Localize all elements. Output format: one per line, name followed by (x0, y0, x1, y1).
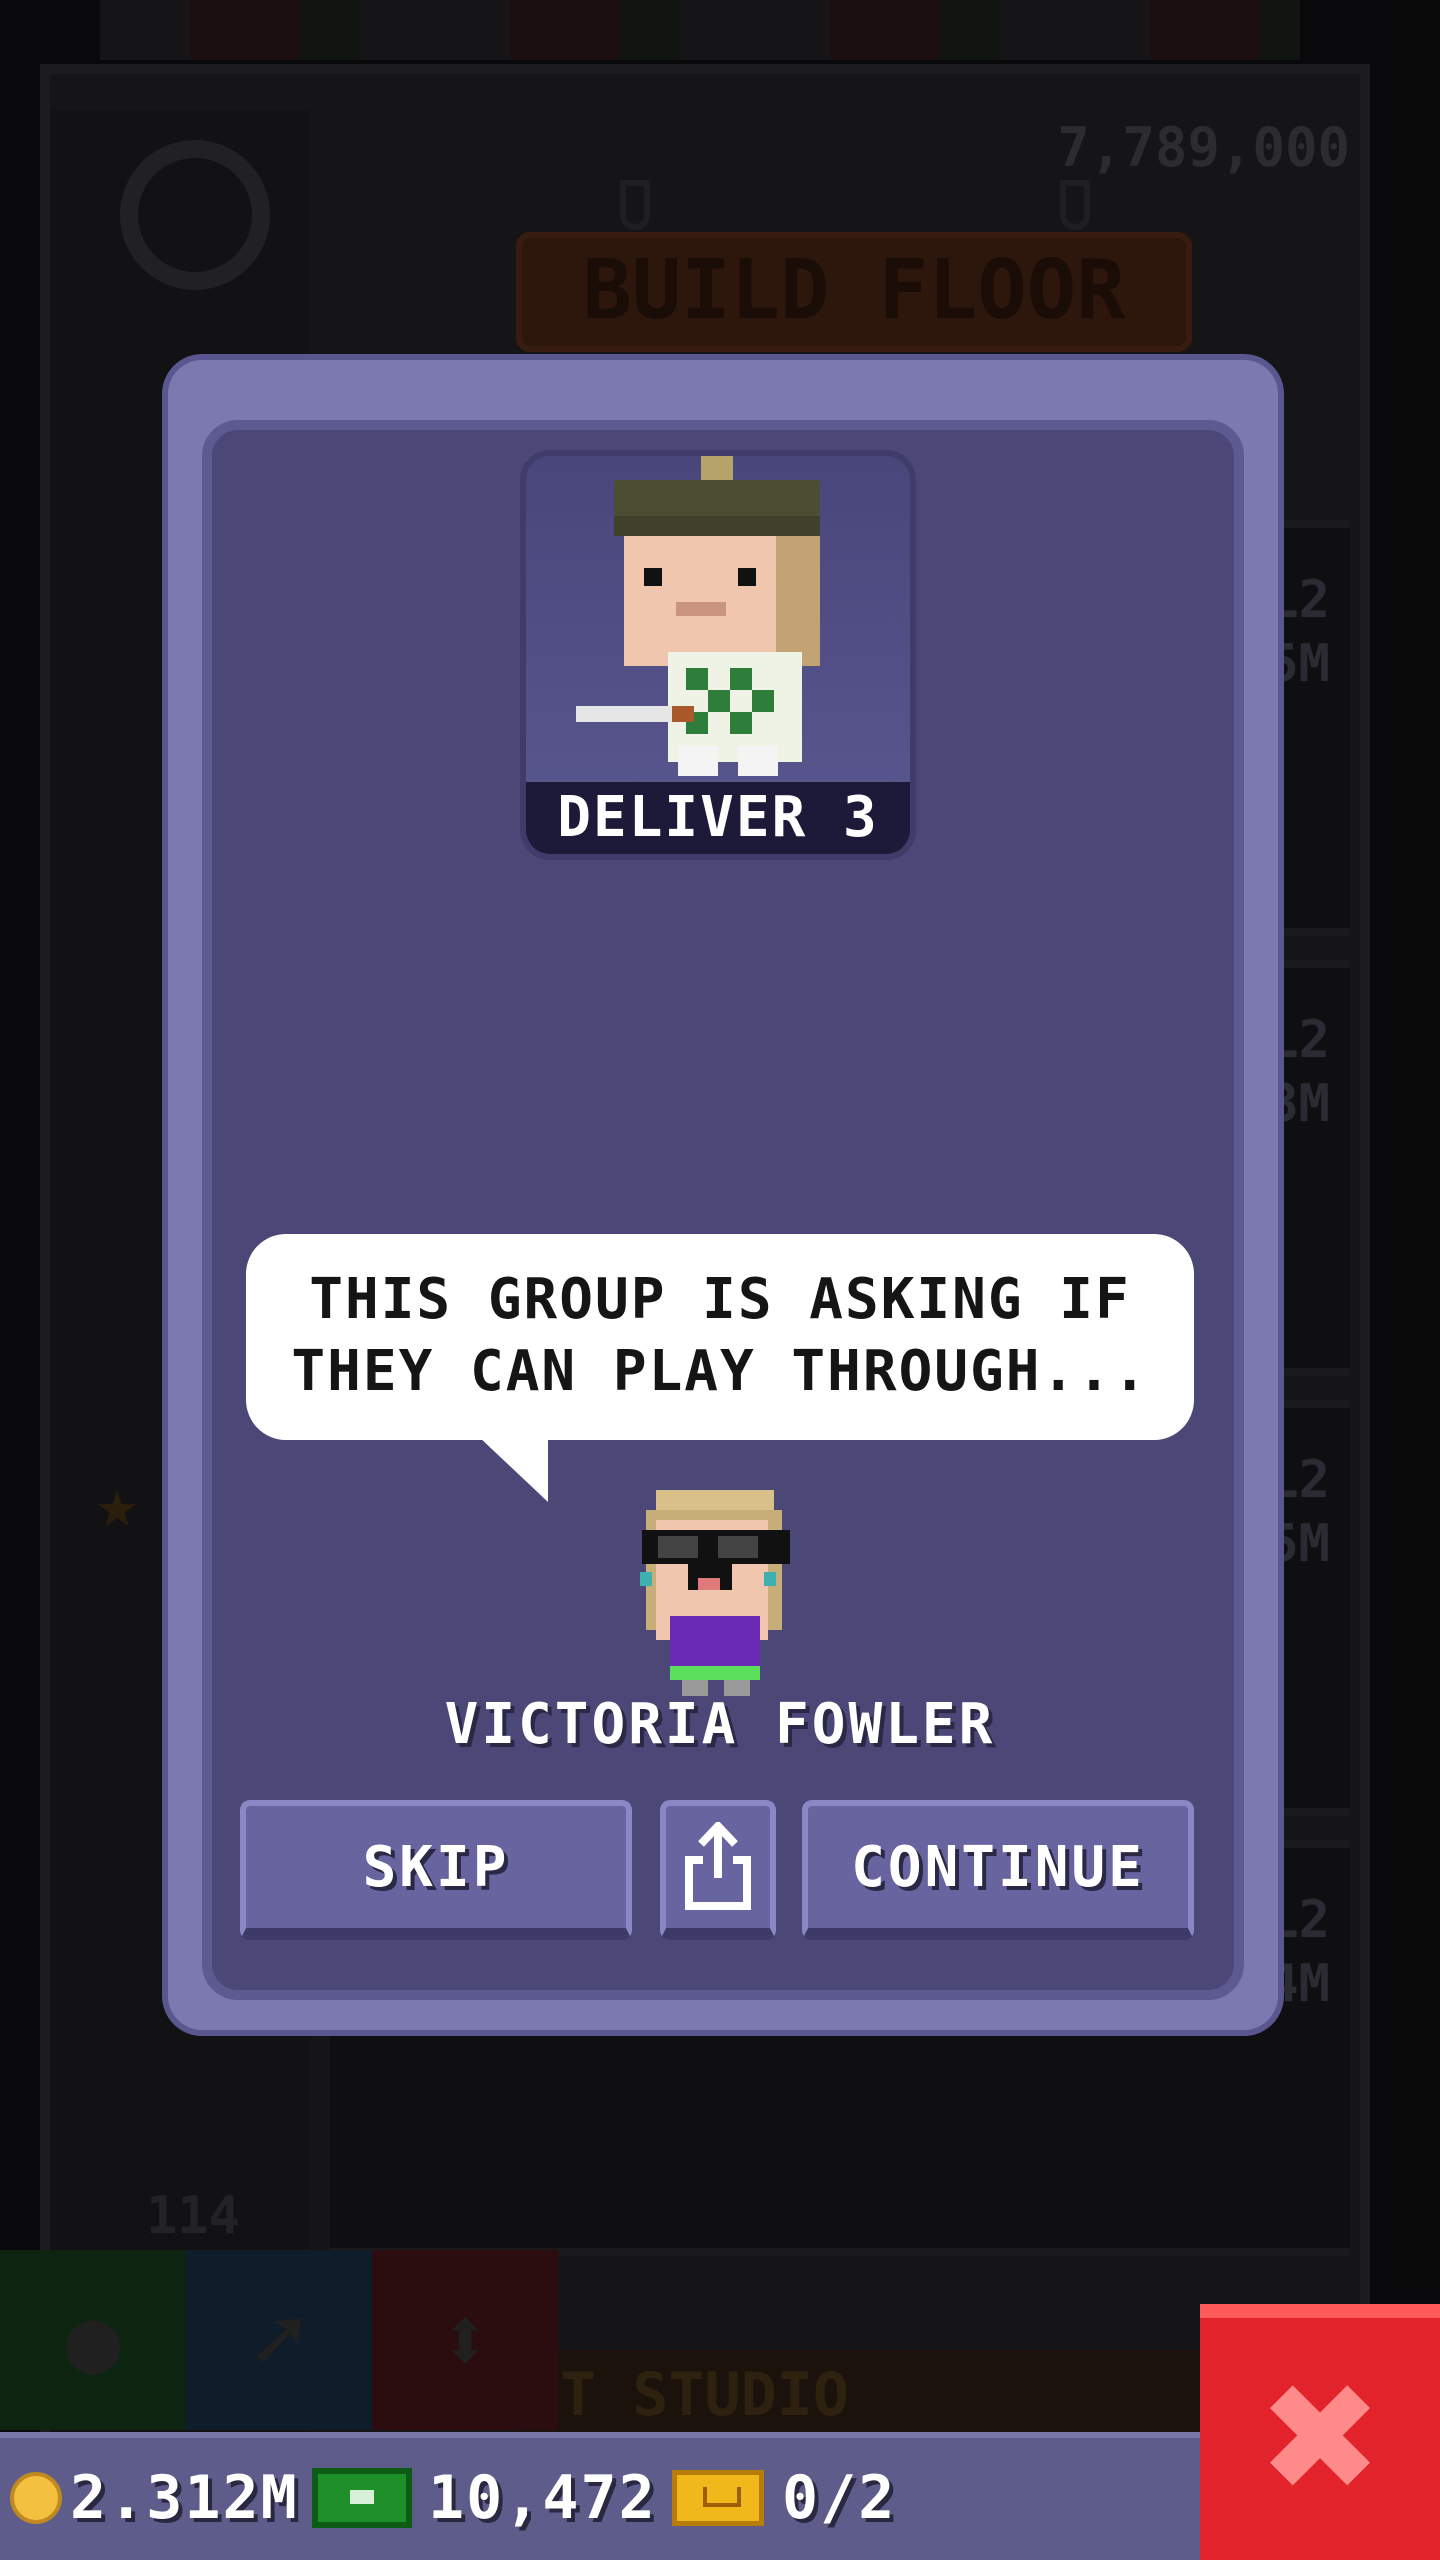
bux-display: 10,472 (312, 2463, 657, 2533)
npc-name: VICTORIA FOWLER (444, 1692, 996, 1757)
share-button[interactable] (660, 1800, 776, 1940)
ticket-icon (672, 2470, 764, 2526)
tickets-value: 0/2 (782, 2463, 897, 2533)
close-button[interactable]: ✖ (1200, 2304, 1440, 2560)
close-icon: ✖ (1257, 2352, 1383, 2526)
tickets-display: 0/2 (672, 2463, 897, 2533)
mission-portrait: DELIVER 3 (520, 450, 916, 860)
bux-icon (312, 2468, 412, 2528)
npc-avatar-icon (640, 1490, 790, 1696)
speech-bubble-tail (478, 1436, 548, 1502)
skip-button[interactable]: SKIP (240, 1800, 632, 1940)
continue-button[interactable]: CONTINUE (802, 1800, 1194, 1940)
bux-value: 10,472 (428, 2463, 657, 2533)
mission-objective: DELIVER 3 (526, 782, 910, 854)
speech-bubble: THIS GROUP IS ASKING IF THEY CAN PLAY TH… (246, 1234, 1194, 1440)
coins-value: 2.312M (70, 2463, 299, 2533)
coin-icon (10, 2472, 62, 2524)
resource-bar: 2.312M 10,472 0/2 (0, 2432, 1200, 2560)
speech-line-1: THIS GROUP IS ASKING IF (309, 1267, 1131, 1332)
golfer-avatar-icon (576, 456, 820, 776)
share-icon (685, 1822, 751, 1910)
speech-line-2: THEY CAN PLAY THROUGH... (291, 1339, 1149, 1404)
coins-display: 2.312M (10, 2463, 299, 2533)
